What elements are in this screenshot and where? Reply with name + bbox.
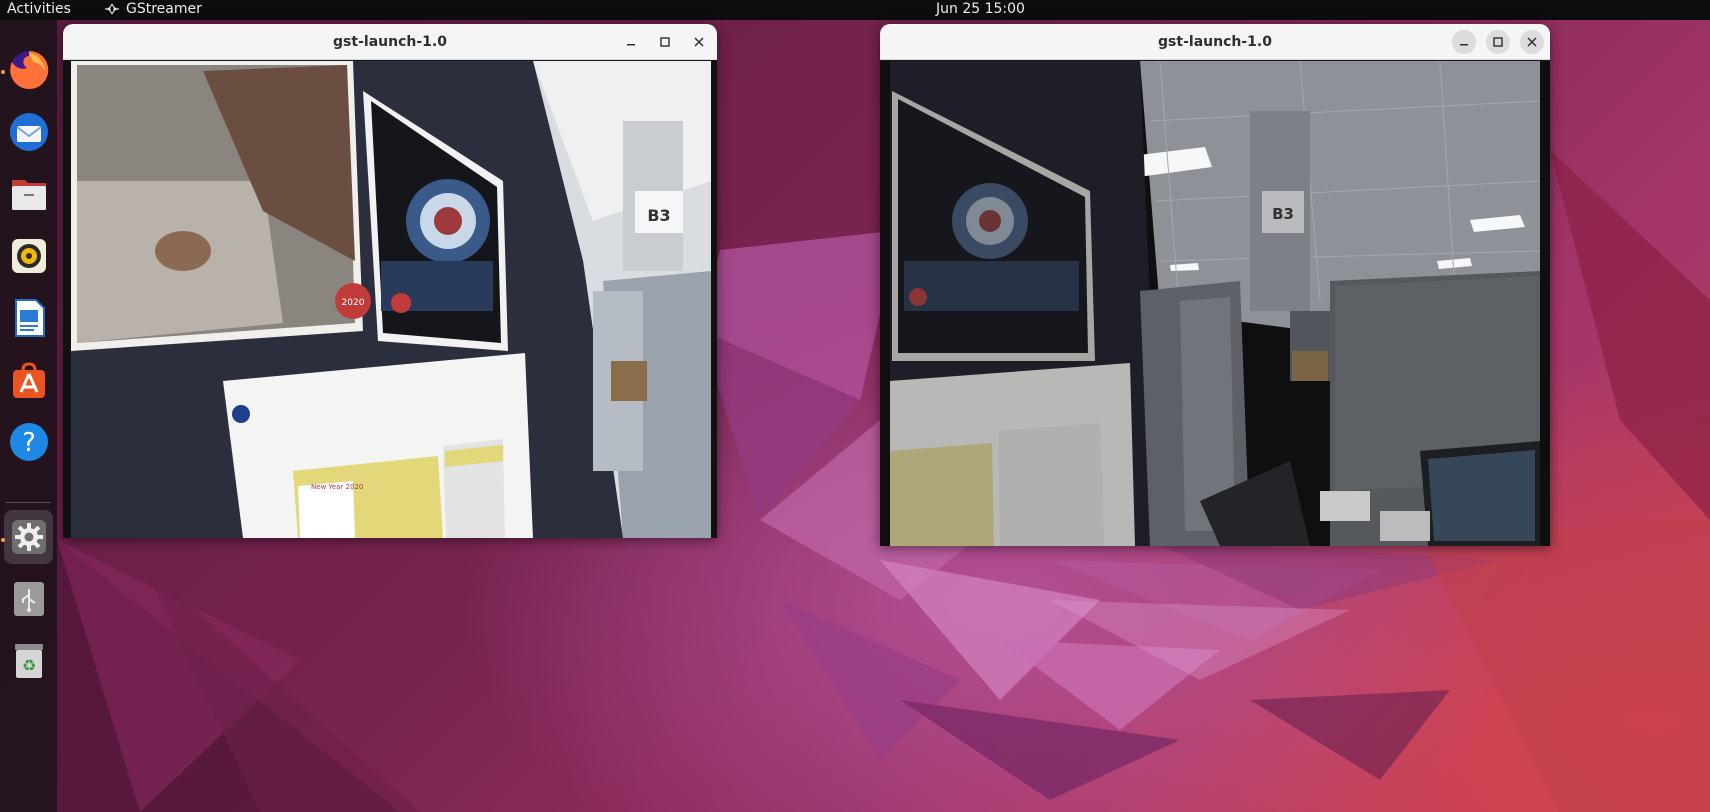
maximize-icon [660,37,670,47]
dock-item-software[interactable] [4,353,53,407]
sign-label: B3 [1272,205,1294,223]
dock-separator [6,502,51,503]
files-icon [11,180,46,210]
video-feed-1: B3 2020 New Year 2020 [63,61,717,538]
badge-text: 2020 [342,298,365,308]
help-icon: ? [9,423,48,461]
app-menu-label: GStreamer [126,1,202,17]
gstreamer-icon [105,3,119,15]
minimize-icon [1460,44,1468,46]
close-button[interactable] [687,30,711,54]
video-feed-2: B3 [880,61,1550,546]
dock-item-files[interactable] [4,167,53,221]
maximize-button[interactable] [1486,30,1510,54]
software-icon [12,362,45,398]
clock[interactable]: Jun 25 15:00 [936,1,1025,17]
dock-item-rhythmbox[interactable] [4,229,53,283]
activities-button[interactable]: Activities [7,1,71,17]
dock-item-firefox[interactable] [4,43,53,97]
maximize-icon [1493,37,1503,47]
minimize-button[interactable] [1452,30,1476,54]
rhythmbox-icon [11,239,46,273]
trash-icon: ♻ [14,644,43,678]
minimize-icon [627,44,635,46]
app-menu[interactable]: GStreamer [104,1,202,17]
window-gst-launch-2[interactable]: gst-launch-1.0 B3 [880,24,1550,546]
sign-label: B3 [647,206,670,225]
gear-icon [11,520,46,554]
close-icon [1527,37,1537,47]
window-controls [1452,30,1544,54]
window-gst-launch-1[interactable]: gst-launch-1.0 B3 2020 New Year 2020 [63,24,717,538]
top-bar: Activities GStreamer Jun 25 15:00 [0,0,1710,20]
close-icon [694,37,704,47]
firefox-icon [9,50,48,89]
minimize-button[interactable] [619,30,643,54]
maximize-button[interactable] [653,30,677,54]
svg-text:♻: ♻ [21,656,35,675]
svg-text:?: ? [22,428,36,458]
dock-item-thunderbird[interactable] [4,105,53,159]
window-titlebar[interactable]: gst-launch-1.0 [880,24,1550,60]
window-titlebar[interactable]: gst-launch-1.0 [63,24,717,60]
dock-item-writer[interactable] [4,291,53,345]
dock-item-settings[interactable] [4,510,53,564]
window-title: gst-launch-1.0 [333,33,447,50]
calendar-banner: New Year 2020 [311,483,363,491]
dock: ? ♻ [0,20,57,812]
close-button[interactable] [1520,30,1544,54]
window-title: gst-launch-1.0 [1158,33,1272,50]
dock-item-usb[interactable] [4,572,53,626]
usb-icon [13,582,44,616]
window-controls [619,30,711,54]
thunderbird-icon [9,113,48,151]
dock-item-help[interactable]: ? [4,415,53,469]
dock-item-trash[interactable]: ♻ [4,634,53,688]
writer-icon [14,299,45,337]
